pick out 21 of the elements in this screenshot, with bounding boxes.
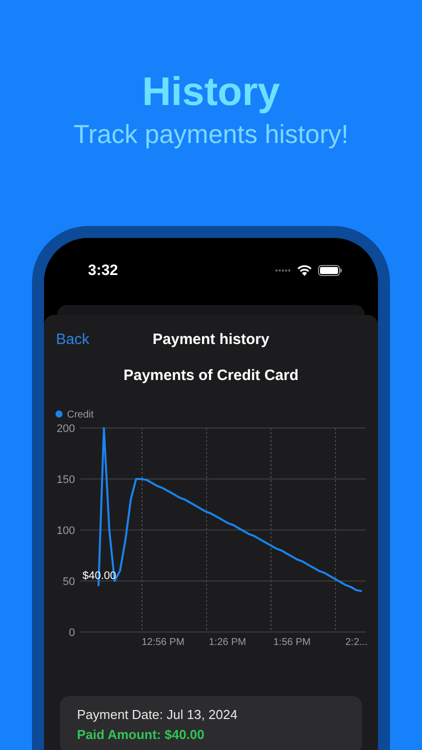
page-subtitle: Track payments history!: [72, 118, 350, 150]
nav-title: Payment history: [152, 330, 270, 348]
chart-title: Payments of Credit Card: [122, 367, 300, 384]
paid-amount: Paid Amount: $40.00: [77, 726, 206, 744]
payment-date: Payment Date: Jul 13, 2024: [77, 706, 238, 724]
page-title: History: [141, 69, 281, 116]
battery-icon: [318, 264, 342, 276]
x-tick-label: 2:2...: [345, 637, 368, 648]
x-tick-label: 12:56 PM: [142, 637, 184, 648]
x-tick-label: 1:26 PM: [208, 637, 246, 648]
back-link[interactable]: Back: [56, 330, 90, 348]
y-tick-label: 50: [62, 576, 75, 588]
y-tick-label: 200: [56, 423, 75, 435]
wifi-icon: [297, 264, 312, 276]
x-tick-label: 1:56 PM: [273, 637, 311, 648]
legend-label: Credit: [67, 410, 94, 420]
y-tick-label: 0: [68, 627, 75, 639]
signal-icon: [275, 268, 291, 272]
y-tick-label: 100: [56, 525, 75, 537]
y-tick-label: 150: [56, 474, 75, 486]
status-time: 3:32: [88, 262, 118, 278]
